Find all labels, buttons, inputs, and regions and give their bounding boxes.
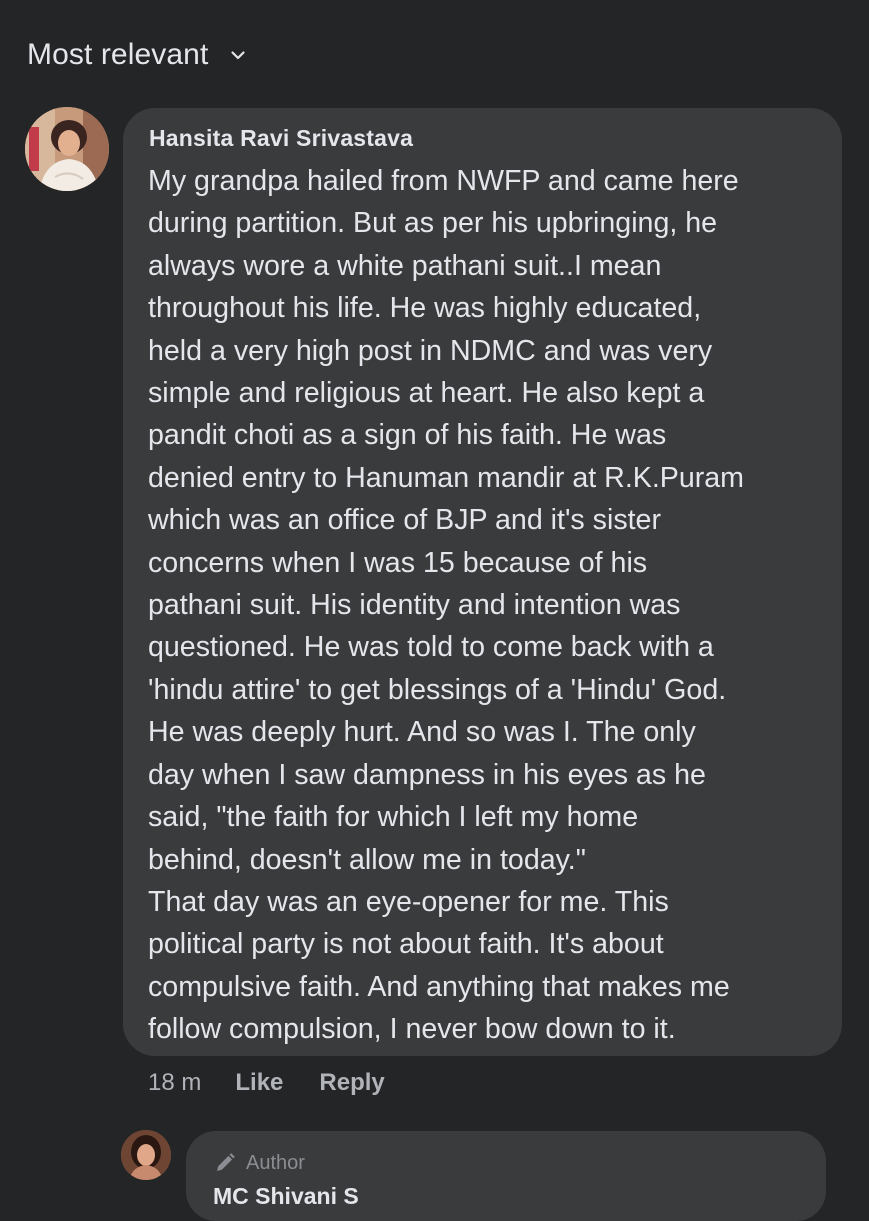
author-badge-label: Author — [246, 1151, 305, 1174]
chevron-down-icon — [230, 47, 246, 63]
comment-line: concerns when I was 15 because of his — [148, 546, 648, 579]
reply-avatar[interactable] — [121, 1130, 171, 1180]
comment-line: held a very high post in NDMC and was ve… — [148, 334, 713, 367]
avatar[interactable] — [25, 107, 109, 191]
comment-line: day when I saw dampness in his eyes as h… — [148, 758, 706, 791]
comment-line: throughout his life. He was highly educa… — [148, 292, 702, 325]
comment-line: always wore a white pathani suit..I mean — [148, 249, 662, 282]
comment-line: which was an office of BJP and it's sist… — [148, 504, 661, 537]
sort-label: Most relevant — [27, 38, 209, 71]
comment-timestamp[interactable]: 18 m — [148, 1069, 201, 1097]
comment-line: said, "the faith for which I left my hom… — [148, 801, 639, 834]
comment-bubble: Hansita Ravi Srivastava My grandpa haile… — [123, 108, 842, 1056]
comment-line: He was deeply hurt. And so was I. The on… — [148, 716, 696, 749]
comment-actions: 18 m Like Reply — [148, 1066, 385, 1100]
comment-line: simple and religious at heart. He also k… — [148, 377, 705, 410]
comment-line: during partition. But as per his upbring… — [148, 207, 718, 240]
comment-line: questioned. He was told to come back wit… — [148, 631, 714, 664]
sort-dropdown[interactable]: Most relevant — [27, 38, 246, 72]
like-button[interactable]: Like — [235, 1069, 283, 1097]
reply-author-name[interactable]: MC Shivani S — [213, 1183, 359, 1210]
comment-line: political party is not about faith. It's… — [148, 928, 664, 961]
comment-line: That day was an eye-opener for me. This — [148, 885, 669, 918]
comment-line: My grandpa hailed from NWFP and came her… — [148, 165, 739, 197]
reply-button[interactable]: Reply — [319, 1069, 384, 1097]
comment-line: denied entry to Hanuman mandir at R.K.Pu… — [148, 461, 745, 494]
comment-line: 'hindu attire' to get blessings of a 'Hi… — [148, 673, 727, 706]
comment-author-name[interactable]: Hansita Ravi Srivastava — [149, 125, 413, 152]
comment-line: follow compulsion, I never bow down to i… — [148, 1013, 676, 1046]
author-badge: Author — [213, 1151, 305, 1175]
comment-line: pandit choti as a sign of his faith. He … — [148, 419, 667, 452]
comment-line: behind, doesn't allow me in today." — [148, 843, 586, 876]
reply-bubble: Author MC Shivani S — [186, 1131, 826, 1221]
comment-line: compulsive faith. And anything that make… — [148, 970, 730, 1003]
comment-text: My grandpa hailed from NWFP and came her… — [148, 160, 838, 1051]
pencil-icon — [213, 1151, 237, 1175]
comment-line: pathani suit. His identity and intention… — [148, 589, 681, 622]
